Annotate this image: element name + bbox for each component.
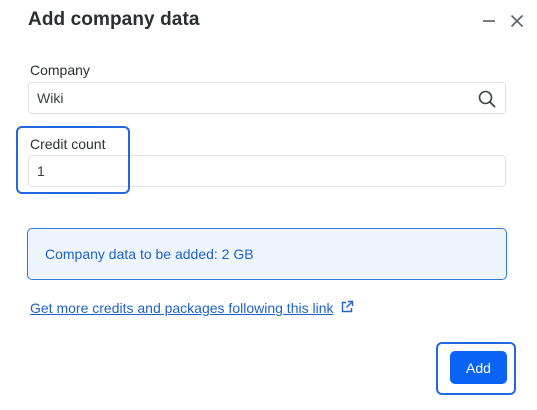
search-icon[interactable] [478, 90, 496, 108]
close-icon [510, 14, 524, 28]
close-button[interactable] [505, 9, 529, 33]
add-company-data-dialog: Add company data Company Credit count Co… [0, 0, 537, 410]
more-credits-link[interactable]: Get more credits and packages following … [30, 300, 354, 316]
minimize-icon [483, 20, 495, 22]
company-label: Company [30, 62, 90, 78]
minimize-button[interactable] [477, 9, 501, 33]
add-button[interactable]: Add [450, 351, 507, 384]
credit-count-label: Credit count [30, 136, 106, 152]
more-credits-link-text: Get more credits and packages following … [30, 300, 334, 316]
info-box: Company data to be added: 2 GB [27, 228, 507, 280]
dialog-title: Add company data [28, 9, 200, 30]
external-link-icon [342, 300, 354, 313]
company-field[interactable] [28, 82, 506, 114]
credit-count-field[interactable] [28, 155, 506, 187]
info-text: Company data to be added: 2 GB [45, 246, 254, 262]
credit-count-input[interactable] [29, 156, 505, 186]
company-input[interactable] [29, 83, 505, 113]
